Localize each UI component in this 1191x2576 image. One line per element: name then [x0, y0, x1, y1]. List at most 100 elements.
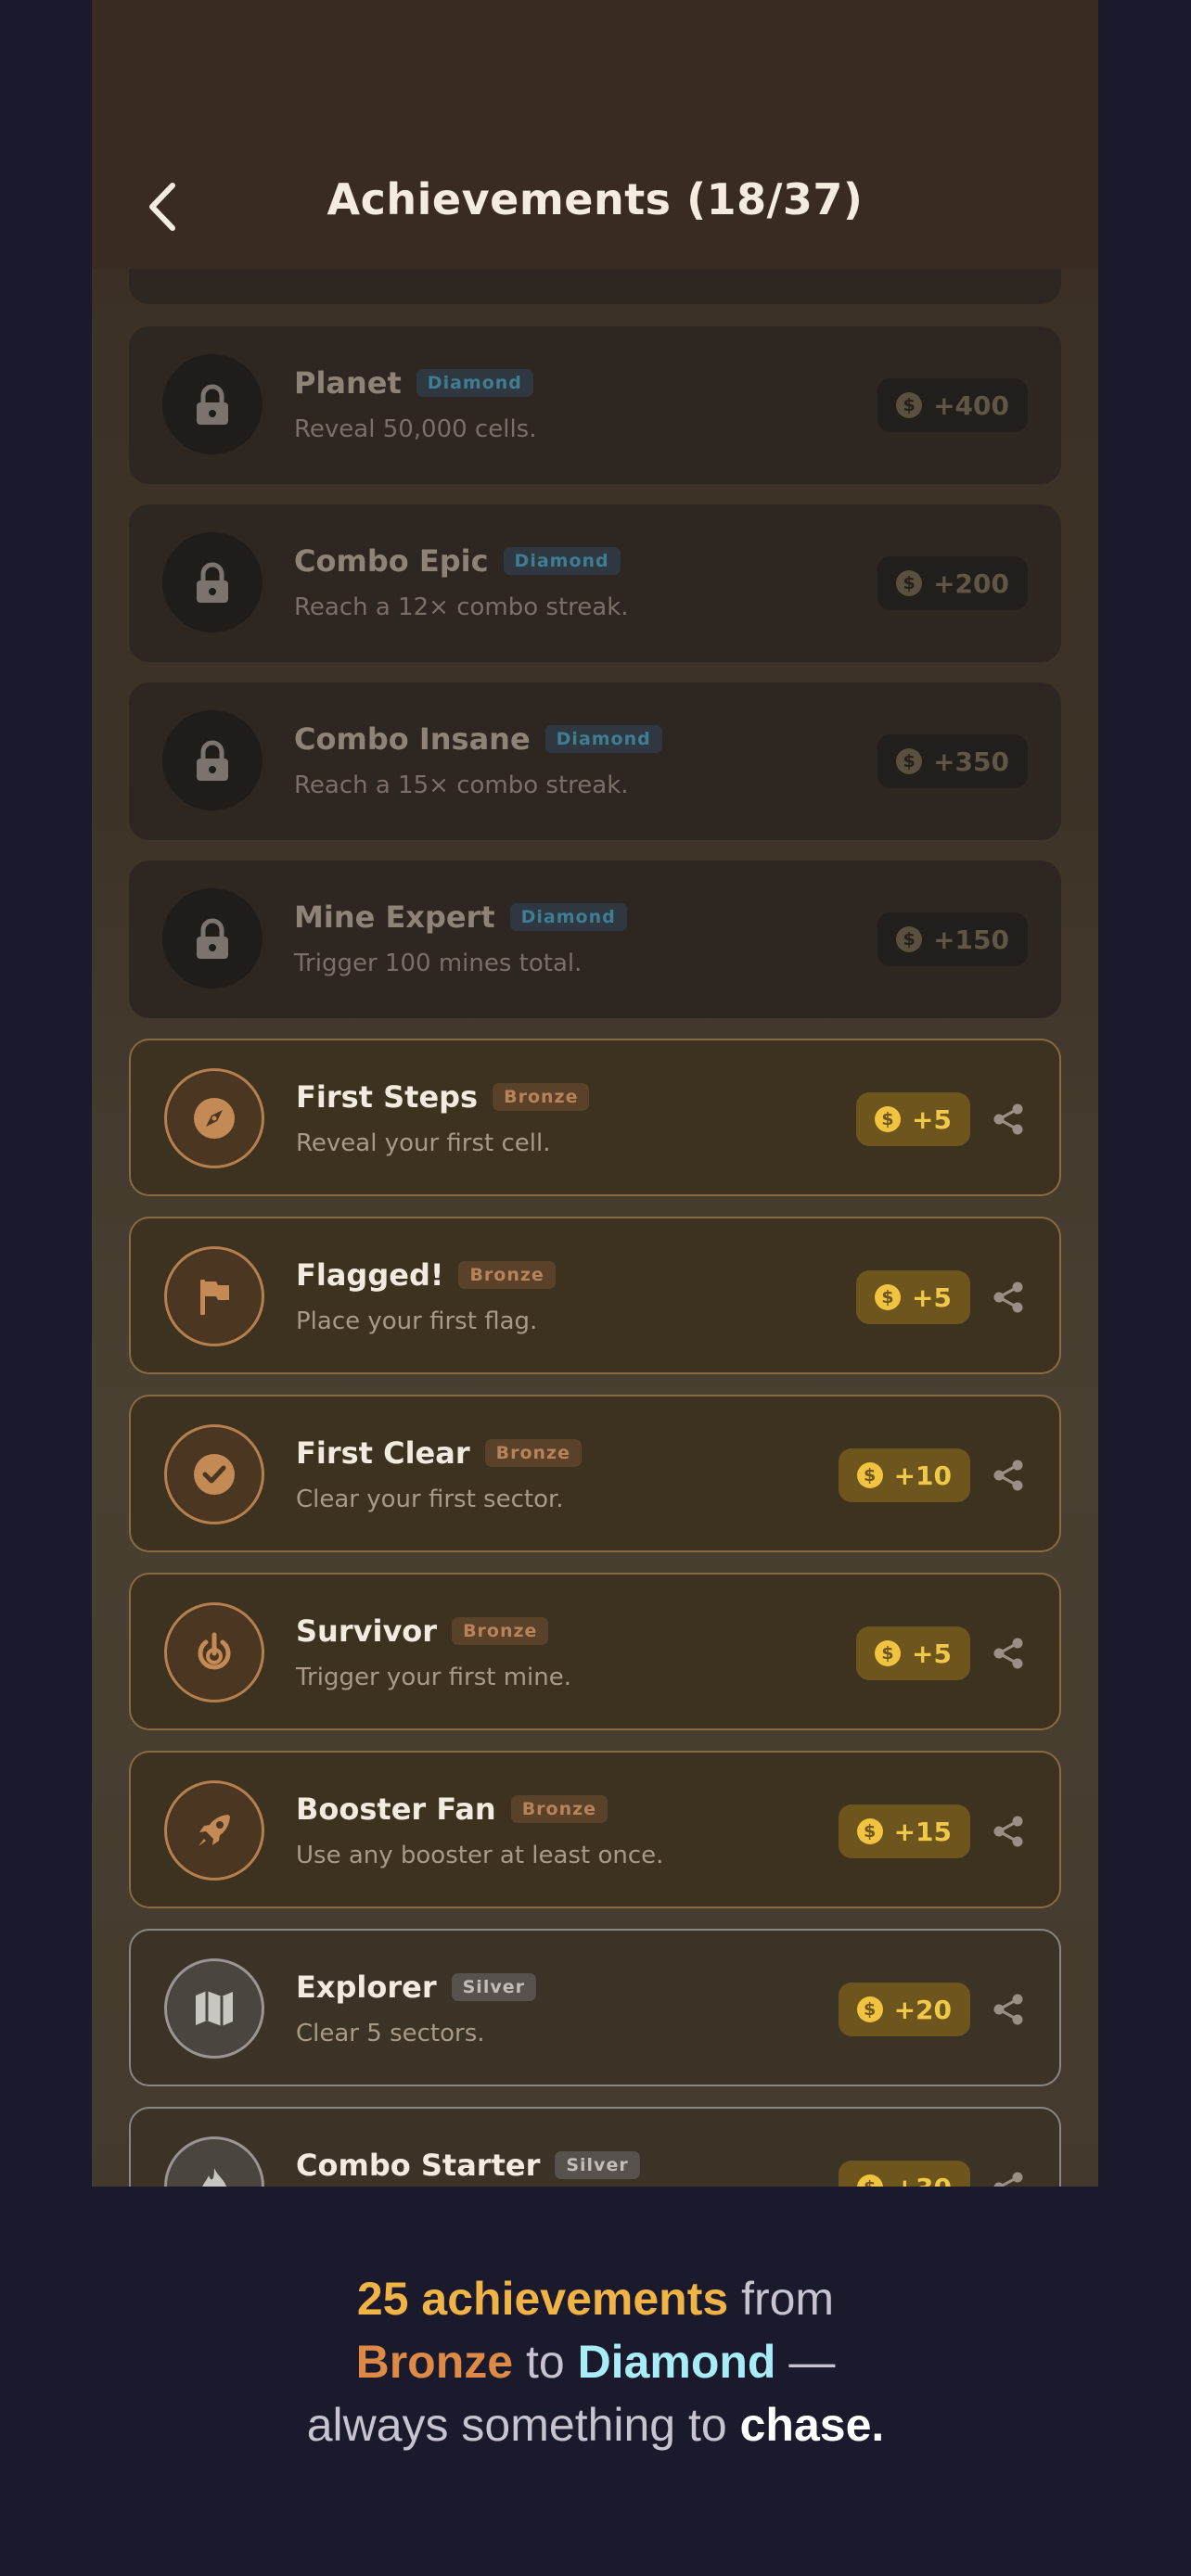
achievement-description: Clear 5 sectors.	[296, 2020, 485, 2047]
achievement-badge	[164, 1246, 264, 1346]
share-icon[interactable]	[991, 1280, 1026, 1315]
achievement-description: Trigger your first mine.	[296, 1664, 572, 1691]
share-icon[interactable]	[991, 1102, 1026, 1137]
compass-icon	[194, 1098, 235, 1139]
caption-line-1: 25 achievements from	[0, 2267, 1191, 2330]
achievement-name: Explorer	[296, 1970, 437, 2005]
achievement-name: First Clear	[296, 1435, 470, 1471]
map-icon	[196, 1991, 233, 2026]
reward-amount: +30	[894, 2173, 952, 2187]
tier-badge: Bronze	[484, 1439, 583, 1467]
achievement-description: Reveal your first cell.	[296, 1129, 551, 1157]
reward-chip: $ +10	[838, 1448, 970, 1502]
coin-icon: $	[875, 1640, 902, 1666]
achievement-badge	[164, 1780, 264, 1881]
achievement-badge	[164, 1958, 264, 2059]
lock-icon	[197, 918, 228, 959]
coin-icon: $	[856, 1818, 883, 1844]
lock-icon	[197, 562, 228, 603]
app-screen: Achievements (18/37) Planet Diamond Reve…	[92, 0, 1098, 2187]
reward-chip: $ +20	[838, 1983, 970, 2036]
achievement-badge	[164, 2136, 264, 2187]
reward-chip: $ +400	[877, 378, 1028, 432]
achievement-card[interactable]: First Clear Bronze Clear your first sect…	[129, 1395, 1061, 1552]
caption-highlight-bronze: Bronze	[355, 2336, 514, 2388]
coin-icon: $	[896, 392, 923, 418]
coin-icon: $	[856, 2174, 883, 2187]
share-icon[interactable]	[991, 1458, 1026, 1493]
caption-line-3: always something to chase.	[0, 2393, 1191, 2456]
achievement-card[interactable]: Booster Fan Bronze Use any booster at le…	[129, 1751, 1061, 1908]
coin-icon: $	[896, 926, 923, 952]
achievement-card[interactable]: Combo Epic Diamond Reach a 12× combo str…	[129, 504, 1061, 662]
reward-amount: +150	[933, 924, 1009, 955]
achievement-name: First Steps	[296, 1079, 479, 1115]
share-icon[interactable]	[991, 1992, 1026, 2027]
promo-caption: 25 achievements from Bronze to Diamond —…	[0, 2267, 1191, 2456]
tier-badge: Silver	[555, 2151, 640, 2179]
achievement-name: Survivor	[296, 1613, 438, 1649]
tier-badge: Silver	[451, 1973, 536, 2001]
achievement-badge	[162, 888, 263, 988]
achievement-card[interactable]: First Steps Bronze Reveal your first cel…	[129, 1039, 1061, 1196]
achievement-description: Reach a 15× combo streak.	[294, 772, 629, 799]
caption-line-2: Bronze to Diamond —	[0, 2330, 1191, 2393]
reward-chip: $ +15	[838, 1804, 970, 1858]
share-icon[interactable]	[991, 1814, 1026, 1849]
achievement-card[interactable]: Survivor Bronze Trigger your first mine.…	[129, 1573, 1061, 1730]
achievement-card[interactable]: Mine Expert Diamond Trigger 100 mines to…	[129, 861, 1061, 1018]
lock-icon	[197, 740, 228, 781]
coin-icon: $	[875, 1106, 902, 1132]
achievement-description: Use any booster at least once.	[296, 1842, 664, 1869]
achievement-description: Reach a 12× combo streak.	[294, 593, 629, 621]
achievement-description: Clear your first sector.	[296, 1486, 564, 1513]
reward-chip: $ +350	[877, 734, 1028, 788]
tier-badge: Bronze	[458, 1261, 556, 1289]
tier-badge: Diamond	[544, 725, 662, 753]
coin-icon: $	[875, 1284, 902, 1310]
check-circle-icon	[194, 1454, 235, 1495]
reward-chip: $ +5	[856, 1626, 970, 1680]
reward-chip: $ +30	[838, 2161, 970, 2187]
reward-amount: +350	[933, 746, 1009, 777]
reward-amount: +20	[893, 1994, 952, 2025]
achievement-name: Combo Starter	[296, 2148, 541, 2183]
achievement-card[interactable]: Combo Starter Silver $ +30	[129, 2107, 1061, 2187]
tier-badge: Diamond	[416, 369, 533, 397]
coin-icon: $	[856, 1996, 883, 2022]
tier-badge: Diamond	[503, 547, 621, 575]
tier-badge: Bronze	[452, 1617, 549, 1645]
share-icon[interactable]	[991, 2170, 1026, 2187]
caption-text: to	[513, 2336, 578, 2388]
caption-text: —	[775, 2336, 836, 2388]
caption-text: from	[728, 2273, 835, 2325]
app-bar: Achievements (18/37)	[92, 0, 1098, 269]
rocket-icon	[198, 1815, 230, 1846]
reward-amount: +5	[912, 1103, 952, 1135]
achievement-badge	[164, 1602, 264, 1702]
achievement-name: Combo Epic	[294, 543, 489, 579]
page-title: Achievements (18/37)	[327, 174, 864, 224]
achievement-card[interactable]: Planet Diamond Reveal 50,000 cells. $ +4…	[129, 326, 1061, 484]
reward-amount: +400	[933, 389, 1009, 421]
achievement-card[interactable]: Combo Insane Diamond Reach a 15× combo s…	[129, 682, 1061, 840]
coin-icon: $	[896, 748, 923, 774]
flag-icon	[200, 1280, 229, 1315]
achievement-name: Flagged!	[296, 1257, 444, 1293]
achievement-card[interactable]: Flagged! Bronze Place your first flag. $…	[129, 1217, 1061, 1374]
achievement-badge	[162, 532, 263, 632]
achievement-name: Planet	[294, 365, 402, 401]
achievement-badge	[164, 1068, 264, 1168]
reward-chip: $ +5	[856, 1270, 970, 1324]
reward-amount: +5	[912, 1638, 952, 1669]
share-icon[interactable]	[991, 1636, 1026, 1671]
reward-amount: +200	[933, 567, 1009, 599]
coin-icon: $	[896, 570, 923, 596]
caption-highlight-diamond: Diamond	[577, 2336, 776, 2388]
reward-chip: $ +5	[856, 1092, 970, 1146]
achievement-name: Mine Expert	[294, 899, 495, 935]
achievement-card[interactable]: Explorer Silver Clear 5 sectors. $ +20	[129, 1929, 1061, 2086]
caption-highlight-count: 25 achievements	[356, 2273, 729, 2325]
coin-icon: $	[856, 1462, 883, 1488]
flame-icon	[202, 2168, 226, 2187]
